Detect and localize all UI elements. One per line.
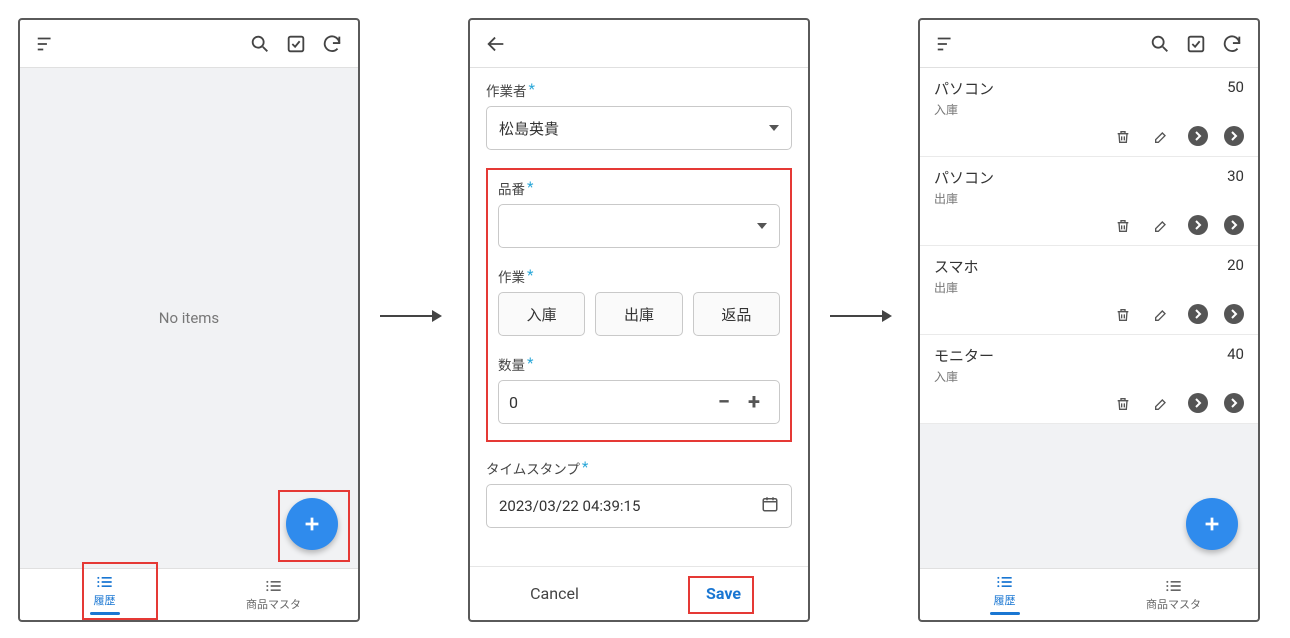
item-op: 出庫 [934, 279, 1244, 296]
trash-icon[interactable] [1112, 304, 1134, 326]
partno-label: 品番 [498, 182, 525, 198]
edit-icon[interactable] [1150, 215, 1172, 237]
no-items-label: No items [20, 68, 358, 568]
worker-select[interactable]: 松島英貴 [486, 106, 792, 150]
item-name: パソコン [934, 167, 994, 188]
cancel-button[interactable]: Cancel [470, 567, 639, 620]
checkbox-icon[interactable] [1182, 30, 1210, 58]
add-fab[interactable] [286, 498, 338, 550]
screen-history-empty: No items 履歴 商品マスタ [18, 18, 360, 622]
partno-select[interactable] [498, 204, 780, 248]
timestamp-value: 2023/03/22 04:39:15 [499, 497, 640, 515]
content-area: パソコン50入庫パソコン30出庫スマホ20出庫モニター40入庫 [920, 68, 1258, 568]
bottom-nav: 履歴 商品マスタ [20, 568, 358, 620]
refresh-icon[interactable] [318, 30, 346, 58]
item-qty: 20 [1227, 256, 1244, 277]
form-body: 作業者* 松島英貴 品番* 作業* 入庫 [470, 68, 808, 566]
edit-icon[interactable] [1150, 393, 1172, 415]
worker-value: 松島英貴 [499, 118, 559, 139]
content-area: No items [20, 68, 358, 568]
chevron-right-icon[interactable] [1188, 393, 1208, 413]
qty-label: 数量 [498, 358, 525, 374]
chevron-right-icon[interactable] [1224, 393, 1244, 413]
op-out-button[interactable]: 出庫 [595, 292, 682, 336]
tab-history[interactable]: 履歴 [920, 569, 1089, 620]
edit-icon[interactable] [1150, 304, 1172, 326]
tab-history-label: 履歴 [994, 592, 1016, 608]
field-operation: 作業* 入庫 出庫 返品 [498, 266, 780, 336]
screen-form: 作業者* 松島英貴 品番* 作業* 入庫 [468, 18, 810, 622]
chevron-right-icon[interactable] [1188, 215, 1208, 235]
chevron-down-icon [757, 223, 767, 229]
tab-master-label: 商品マスタ [1146, 596, 1201, 612]
operation-label: 作業 [498, 270, 525, 286]
qty-minus-button[interactable]: − [709, 387, 739, 417]
item-qty: 30 [1227, 167, 1244, 188]
checkbox-icon[interactable] [282, 30, 310, 58]
item-op: 入庫 [934, 368, 1244, 385]
op-return-button[interactable]: 返品 [693, 292, 780, 336]
tab-master[interactable]: 商品マスタ [189, 569, 358, 620]
item-name: スマホ [934, 256, 979, 277]
tab-history[interactable]: 履歴 [20, 569, 189, 620]
item-name: モニター [934, 345, 994, 366]
edit-icon[interactable] [1150, 126, 1172, 148]
flow-arrow [830, 315, 890, 317]
trash-icon[interactable] [1112, 393, 1134, 415]
refresh-icon[interactable] [1218, 30, 1246, 58]
search-icon[interactable] [246, 30, 274, 58]
topbar [920, 20, 1258, 68]
item-op: 出庫 [934, 190, 1244, 207]
add-fab[interactable] [1186, 498, 1238, 550]
trash-icon[interactable] [1112, 215, 1134, 237]
menu-sort-icon[interactable] [932, 30, 960, 58]
chevron-right-icon[interactable] [1224, 215, 1244, 235]
chevron-down-icon [769, 125, 779, 131]
item-qty: 40 [1227, 345, 1244, 366]
flow-arrow [380, 315, 440, 317]
tab-history-label: 履歴 [94, 592, 116, 608]
save-button[interactable]: Save [639, 567, 808, 620]
item-op: 入庫 [934, 101, 1244, 118]
qty-plus-button[interactable]: + [739, 387, 769, 417]
field-qty: 数量* 0 − + [498, 354, 780, 424]
list-item[interactable]: スマホ 20 出庫 [920, 246, 1258, 335]
item-qty: 50 [1227, 78, 1244, 99]
list-item[interactable]: パソコン 30 出庫 [920, 157, 1258, 246]
item-name: パソコン [934, 78, 994, 99]
worker-label: 作業者 [486, 84, 527, 100]
topbar [470, 20, 808, 68]
bottom-nav: 履歴 商品マスタ [920, 568, 1258, 620]
field-worker: 作業者* 松島英貴 [486, 80, 792, 150]
tab-master-label: 商品マスタ [246, 596, 301, 612]
back-icon[interactable] [482, 30, 510, 58]
chevron-right-icon[interactable] [1188, 304, 1208, 324]
list-item[interactable]: パソコン 50 入庫 [920, 68, 1258, 157]
chevron-right-icon[interactable] [1224, 304, 1244, 324]
screen-history-list: パソコン50入庫パソコン30出庫スマホ20出庫モニター40入庫 履歴 商品マスタ [918, 18, 1260, 622]
highlight-required-group: 品番* 作業* 入庫 出庫 返品 数量* [486, 168, 792, 442]
menu-sort-icon[interactable] [32, 30, 60, 58]
form-actionbar: Cancel Save [470, 566, 808, 620]
timestamp-input[interactable]: 2023/03/22 04:39:15 [486, 484, 792, 528]
timestamp-label: タイムスタンプ [486, 462, 580, 478]
field-timestamp: タイムスタンプ* 2023/03/22 04:39:15 [486, 458, 792, 528]
tab-master[interactable]: 商品マスタ [1089, 569, 1258, 620]
qty-stepper[interactable]: 0 − + [498, 380, 780, 424]
calendar-icon [761, 495, 779, 517]
list-item[interactable]: モニター 40 入庫 [920, 335, 1258, 424]
topbar [20, 20, 358, 68]
chevron-right-icon[interactable] [1188, 126, 1208, 146]
trash-icon[interactable] [1112, 126, 1134, 148]
search-icon[interactable] [1146, 30, 1174, 58]
qty-value: 0 [509, 393, 709, 412]
op-in-button[interactable]: 入庫 [498, 292, 585, 336]
field-partno: 品番* [498, 178, 780, 248]
chevron-right-icon[interactable] [1224, 126, 1244, 146]
